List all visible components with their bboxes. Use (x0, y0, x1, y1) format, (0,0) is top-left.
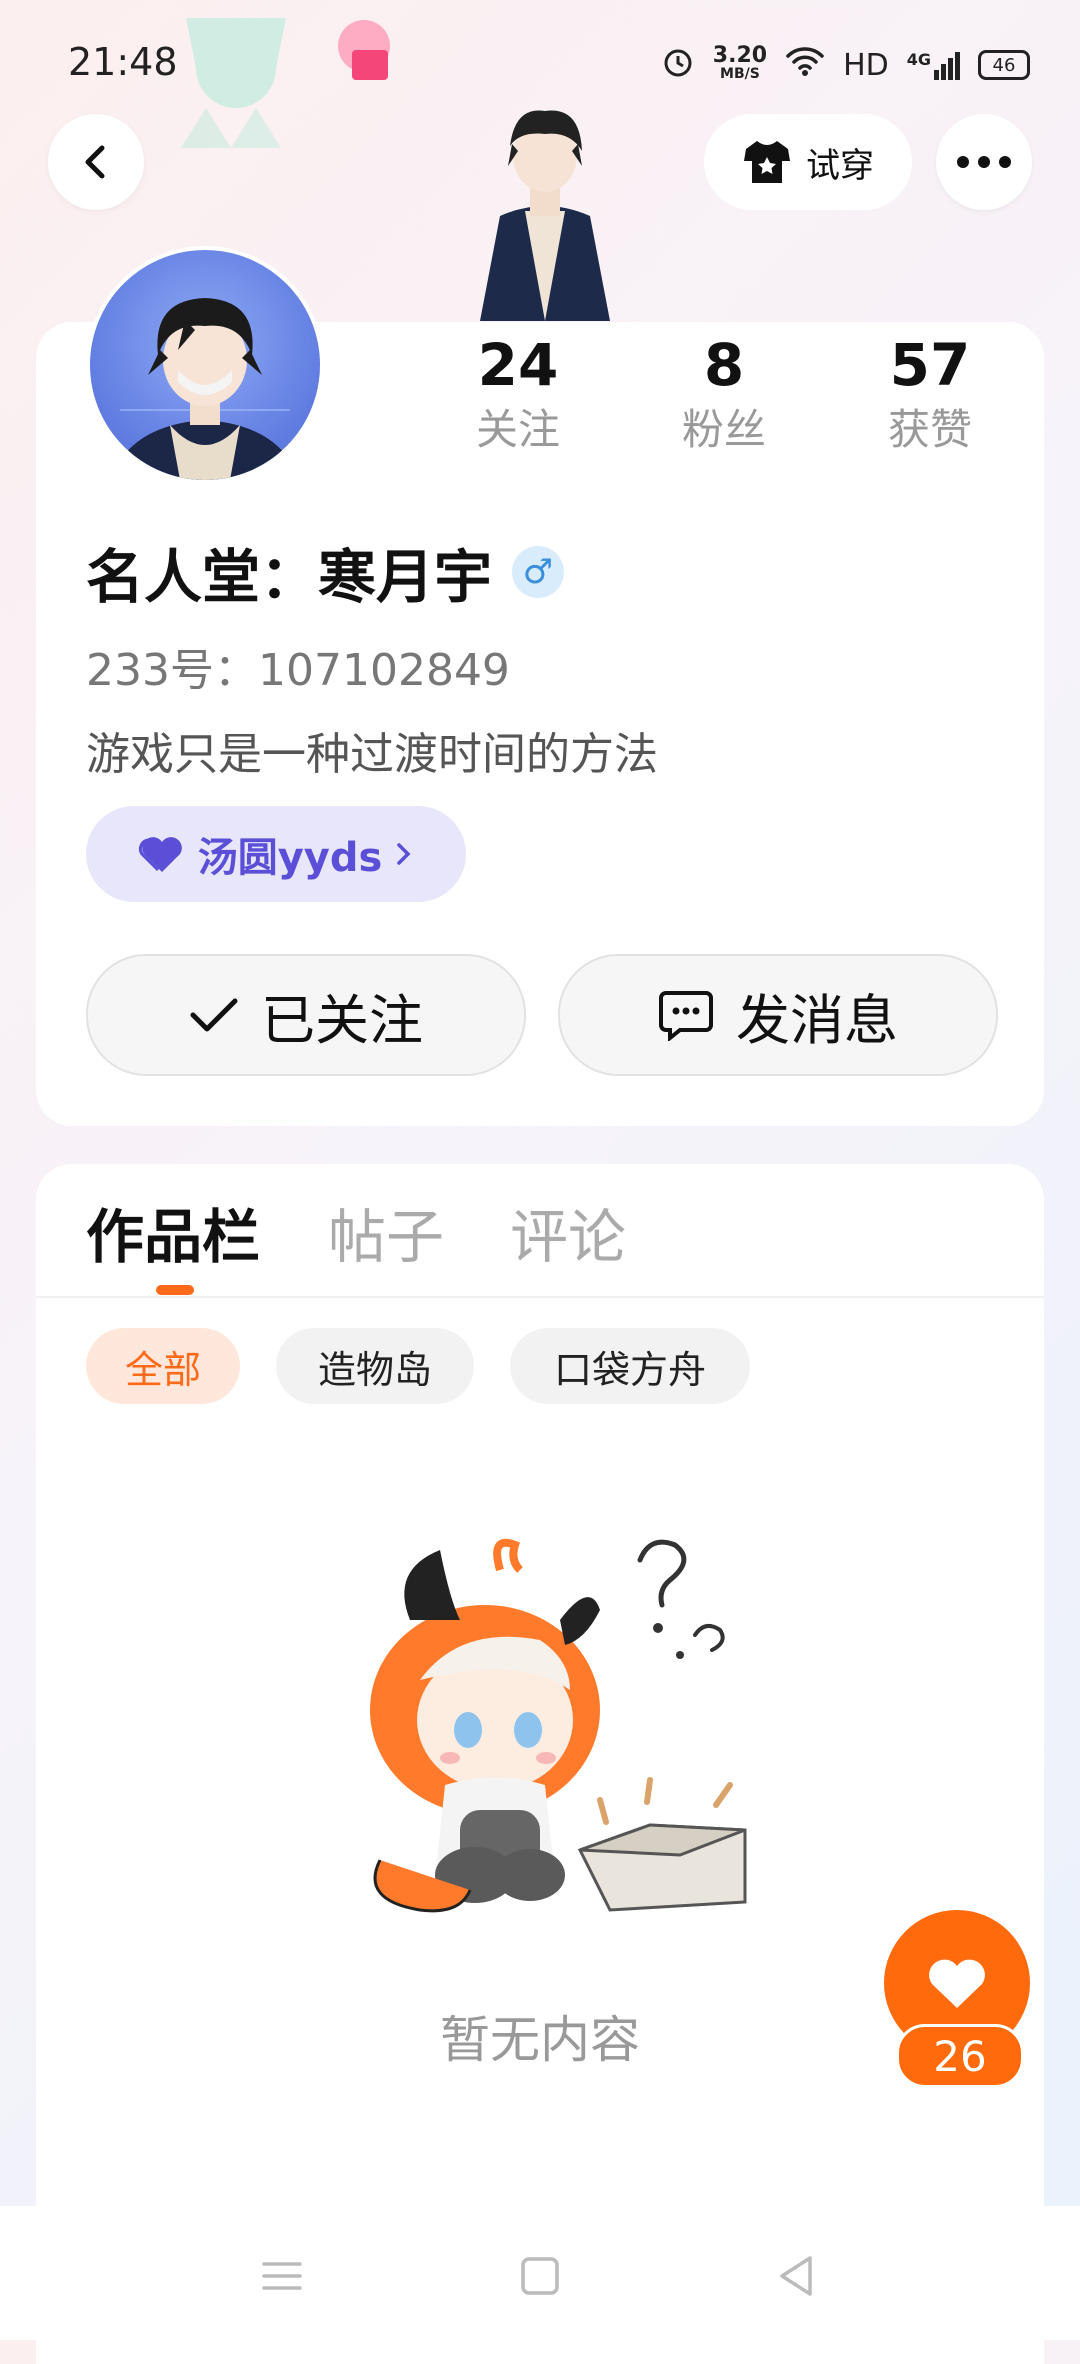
status-time: 21:48 (68, 40, 178, 84)
tab-works[interactable]: 作品栏 (86, 1190, 260, 1274)
heart-icon (138, 837, 182, 872)
back-triangle-icon (780, 2256, 812, 2296)
user-bio: 游戏只是一种过渡时间的方法 (86, 729, 658, 780)
alarm-icon (661, 44, 695, 86)
try-on-button[interactable]: 试穿 (704, 114, 912, 210)
stat-fans[interactable]: 8 粉丝 (624, 330, 824, 460)
avatar[interactable] (86, 246, 324, 484)
profile-name-row: 名人堂：寒月宇 ♂ (86, 530, 565, 614)
followed-label: 已关注 (261, 988, 423, 1052)
stat-likes-count: 57 (889, 331, 971, 399)
header-decoration (176, 18, 296, 148)
message-button[interactable]: 发消息 (558, 954, 998, 1076)
wifi-icon (785, 45, 825, 85)
app-badge-icon (338, 20, 392, 84)
heart-icon (929, 1959, 985, 2008)
filter-chip-all[interactable]: 全部 (86, 1328, 240, 1404)
user-id[interactable]: 233号：107102849 (86, 634, 510, 698)
tabs-divider (36, 1296, 1044, 1298)
empty-state-illustration (350, 1530, 770, 1930)
tab-posts[interactable]: 帖子 (328, 1190, 444, 1274)
chevron-left-icon (85, 145, 105, 179)
stat-following-count: 24 (477, 331, 559, 399)
signal-icon: 4G (907, 50, 960, 80)
more-dots-icon (957, 156, 1011, 168)
stat-fans-count: 8 (703, 331, 745, 399)
hd-label: HD (843, 47, 889, 83)
filter-chip-pocket-ark[interactable]: 口袋方舟 (510, 1328, 750, 1404)
shirt-icon (744, 141, 790, 183)
chevron-right-icon (397, 843, 411, 865)
message-label: 发消息 (736, 988, 898, 1052)
net-speed: 3.20 MB/S (712, 43, 768, 83)
fan-club-label: 汤圆yyds (197, 835, 383, 881)
male-gender-icon: ♂ (512, 546, 565, 598)
battery-icon: 46 (978, 50, 1030, 80)
back-button[interactable] (48, 114, 144, 210)
more-button[interactable] (936, 114, 1032, 210)
check-icon (190, 998, 238, 1032)
followed-button[interactable]: 已关注 (86, 954, 526, 1076)
dressup-character (460, 96, 630, 321)
stat-following-label: 关注 (475, 405, 560, 454)
back-nav-button[interactable] (766, 2246, 826, 2306)
stat-likes[interactable]: 57 获赞 (830, 330, 1030, 460)
profile-name: 名人堂：寒月宇 (86, 543, 493, 611)
fan-club-tag[interactable]: 汤圆yyds (86, 806, 466, 902)
try-on-label: 试穿 (806, 145, 874, 186)
status-icons: 3.20 MB/S HD 4G 46 (661, 44, 1030, 86)
stat-likes-label: 获赞 (887, 405, 972, 454)
menu-icon (262, 2262, 302, 2290)
home-nav-button[interactable] (510, 2246, 570, 2306)
menu-nav-button[interactable] (252, 2246, 312, 2306)
tab-comments[interactable]: 评论 (510, 1190, 626, 1274)
stat-fans-label: 粉丝 (681, 405, 766, 454)
stat-following[interactable]: 24 关注 (418, 330, 618, 460)
system-nav-bar (0, 2206, 1080, 2340)
message-icon (659, 991, 713, 1041)
active-tab-indicator (156, 1285, 194, 1295)
filter-chip-creation-island[interactable]: 造物岛 (276, 1328, 474, 1404)
home-square-icon (521, 2257, 559, 2295)
like-count-badge: 26 (896, 2024, 1024, 2088)
